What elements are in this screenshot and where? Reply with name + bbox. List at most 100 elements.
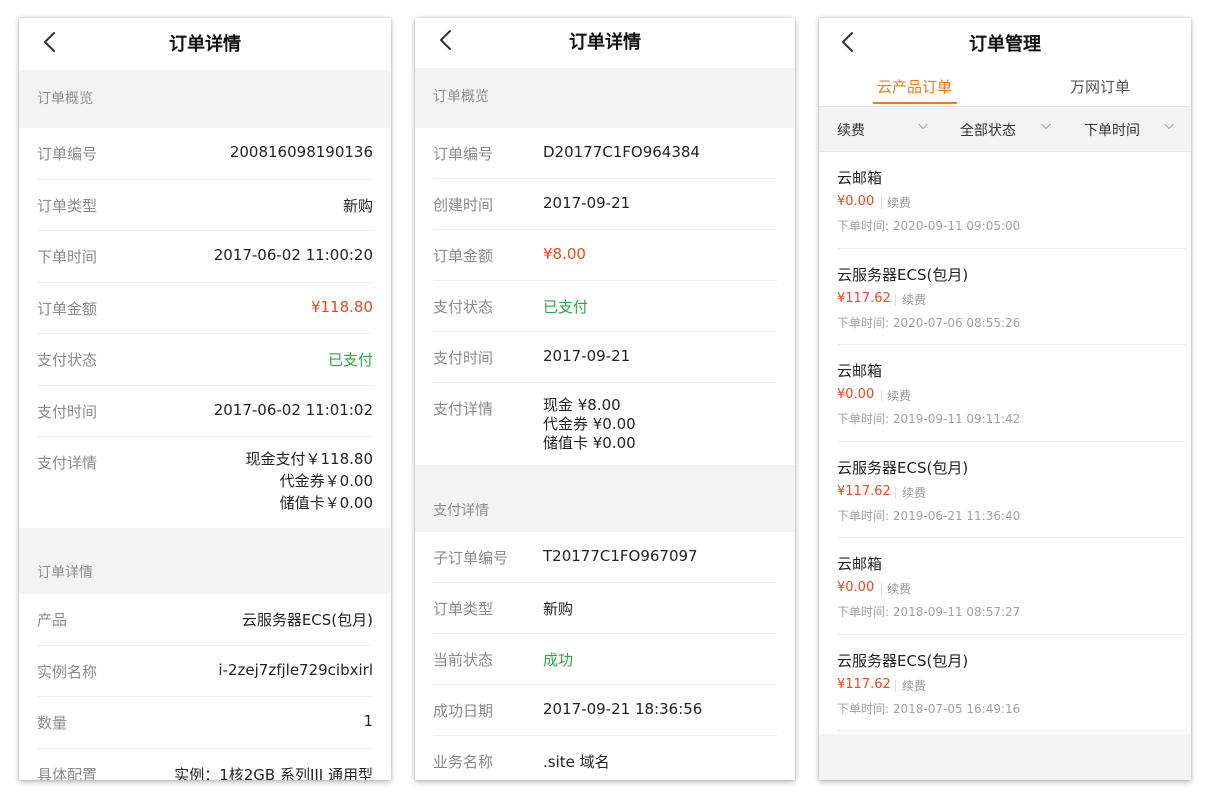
row-value: 2017-06-02 11:00:20 xyxy=(213,246,373,264)
row-label: 成功日期 xyxy=(433,702,494,720)
order-list-item[interactable]: 云服务器ECS(包月) ¥117.62 续费 下单时间: 2020-07-06 … xyxy=(837,249,1187,345)
row-label: 子订单编号 xyxy=(433,549,509,567)
divider xyxy=(881,583,882,595)
info-row-success-date: 成功日期 2017-09-21 18:36:56 xyxy=(433,685,777,736)
status-badge: 已支付 xyxy=(543,298,589,316)
pay-detail-lines: 现金支付￥118.80 代金券￥0.00 储值卡￥0.00 xyxy=(246,448,374,514)
order-price: ¥0.00 xyxy=(837,580,875,595)
info-row-order-amount: 订单金额 ¥8.00 xyxy=(433,230,777,281)
order-product-name: 云邮箱 xyxy=(837,169,883,187)
row-label: 具体配置 xyxy=(37,765,98,781)
info-row-pay-status: 支付状态 已支付 xyxy=(37,334,373,386)
row-value: 新购 xyxy=(543,600,574,618)
order-list-item[interactable]: 云邮箱 ¥0.00 续费 下单时间: 2019-09-11 09:11:42 xyxy=(837,345,1187,442)
info-row-create-time: 创建时间 2017-09-21 xyxy=(433,179,777,230)
chevron-down-icon[interactable] xyxy=(917,120,929,132)
pay-detail-card: 储值卡￥0.00 xyxy=(279,494,373,512)
order-product-name: 云服务器ECS(包月) xyxy=(837,651,969,670)
row-label: 支付状态 xyxy=(37,351,98,369)
order-list-item[interactable]: 云邮箱 ¥0.00 续费 下单时间: 2018-09-11 08:57:27 xyxy=(837,538,1187,635)
row-label: 产品 xyxy=(37,611,68,629)
filter-type-dropdown[interactable]: 续费 xyxy=(837,120,865,140)
order-product-name: 云邮箱 xyxy=(837,555,883,573)
row-value: 2017-09-21 xyxy=(543,347,631,365)
filter-bar: 续费 全部状态 下单时间 xyxy=(819,106,1191,152)
info-row-order-amount: 订单金额 ¥118.80 xyxy=(37,283,373,334)
order-kind: 续费 xyxy=(887,196,912,210)
order-time: 下单时间: 2019-09-11 09:11:42 xyxy=(837,412,1021,426)
divider xyxy=(895,293,896,306)
info-row-sub-order-number: 子订单编号 T20177C1FO967097 xyxy=(433,532,777,583)
amount-value: ¥8.00 xyxy=(543,245,586,263)
row-label: 实例名称 xyxy=(37,662,98,681)
info-row-product: 产品 云服务器ECS(包月) xyxy=(37,594,373,646)
order-list-item[interactable]: 云服务器ECS(包月) ¥117.62 续费 下单时间: 2018-07-05 … xyxy=(837,635,1187,731)
nav-bar: 订单详情 xyxy=(19,18,391,70)
row-value: 新购 xyxy=(342,196,373,215)
order-detail-screen-2: 订单详情 订单概览 订单编号 D20177C1FO964384 创建时间 201… xyxy=(415,18,795,780)
row-value: 实例：1核2GB 系列III 通用型 xyxy=(174,765,373,781)
order-kind: 续费 xyxy=(902,292,927,307)
info-row-config: 具体配置 实例：1核2GB 系列III 通用型 n4 xyxy=(37,749,373,781)
row-value: 2017-09-21 xyxy=(543,194,631,212)
order-list-item[interactable]: 云服务器ECS(包月) ¥117.62 续费 下单时间: 2019-06-21 … xyxy=(837,442,1187,538)
row-label: 订单编号 xyxy=(433,145,494,163)
filter-status-dropdown[interactable]: 全部状态 xyxy=(960,120,1016,140)
row-value: T20177C1FO967097 xyxy=(543,547,698,565)
order-product-name: 云服务器ECS(包月) xyxy=(837,265,969,284)
row-label: 数量 xyxy=(37,714,68,732)
chevron-down-icon[interactable] xyxy=(1040,120,1052,132)
info-row-order-type: 订单类型 新购 xyxy=(433,583,777,634)
info-row-order-number: 订单编号 200816098190136 xyxy=(37,128,373,180)
pay-detail-voucher: 代金券￥0.00 xyxy=(279,472,373,490)
info-row-instance-name: 实例名称 i-2zej7zfjle729cibxirl xyxy=(37,646,373,697)
status-badge: 已支付 xyxy=(327,351,373,369)
order-price: ¥117.62 xyxy=(837,676,891,692)
nav-bar: 订单详情 xyxy=(415,18,795,68)
divider xyxy=(895,486,896,499)
list-footer-space xyxy=(819,734,1191,780)
order-kind: 续费 xyxy=(887,389,912,403)
page-title: 订单详情 xyxy=(569,32,641,53)
order-time: 下单时间: 2020-09-11 09:05:00 xyxy=(837,219,1021,233)
row-label: 创建时间 xyxy=(433,196,494,214)
order-time: 下单时间: 2018-07-05 16:49:16 xyxy=(837,701,1021,716)
section-header-pay-detail: 支付详情 xyxy=(415,465,795,532)
order-price: ¥0.00 xyxy=(837,194,875,209)
order-kind: 续费 xyxy=(902,485,927,500)
amount-value: ¥118.80 xyxy=(310,297,373,316)
row-label: 支付时间 xyxy=(37,402,98,421)
row-label: 订单金额 xyxy=(433,247,494,265)
tab-wanwang-orders[interactable]: 万网订单 xyxy=(1070,76,1130,97)
order-time: 下单时间: 2019-06-21 11:36:40 xyxy=(837,508,1021,523)
order-list-item[interactable]: 云邮箱 ¥0.00 续费 下单时间: 2020-09-11 09:05:00 xyxy=(837,152,1187,249)
pay-detail-card: 储值卡 ¥0.00 xyxy=(543,434,636,452)
row-value: 1 xyxy=(363,712,373,730)
order-product-name: 云服务器ECS(包月) xyxy=(837,458,969,477)
section-header-detail: 订单详情 xyxy=(19,528,391,594)
divider xyxy=(895,679,896,692)
filter-time-dropdown[interactable]: 下单时间 xyxy=(1084,120,1140,140)
tab-cloud-product-orders[interactable]: 云产品订单 xyxy=(877,76,952,97)
info-row-current-status: 当前状态 成功 xyxy=(433,634,777,685)
info-row-pay-detail: 支付详情 现金 ¥8.00 代金券 ¥0.00 储值卡 ¥0.00 xyxy=(433,383,777,465)
nav-bar: 订单管理 xyxy=(819,18,1191,68)
info-row-pay-time: 支付时间 2017-09-21 xyxy=(433,332,777,383)
info-row-quantity: 数量 1 xyxy=(37,697,373,749)
order-kind: 续费 xyxy=(902,678,927,693)
row-value: 云服务器ECS(包月) xyxy=(241,611,373,629)
active-tab-indicator xyxy=(873,102,957,104)
page-title: 订单管理 xyxy=(969,34,1041,55)
order-kind: 续费 xyxy=(887,582,912,596)
row-value: 200816098190136 xyxy=(229,143,373,161)
divider xyxy=(881,390,882,402)
page-title: 订单详情 xyxy=(169,34,241,55)
tab-bar: 云产品订单 万网订单 xyxy=(819,68,1191,106)
info-row-pay-time: 支付时间 2017-06-02 11:01:02 xyxy=(37,386,373,437)
pay-detail-cash: 现金支付￥118.80 xyxy=(245,450,374,468)
row-label: 当前状态 xyxy=(433,651,494,669)
order-price: ¥117.62 xyxy=(837,483,891,499)
chevron-down-icon[interactable] xyxy=(1163,120,1175,132)
row-label: 支付时间 xyxy=(433,349,494,367)
order-management-screen: 订单管理 云产品订单 万网订单 续费 全部状态 下单时间 云邮箱 ¥0.00 续… xyxy=(819,18,1191,780)
